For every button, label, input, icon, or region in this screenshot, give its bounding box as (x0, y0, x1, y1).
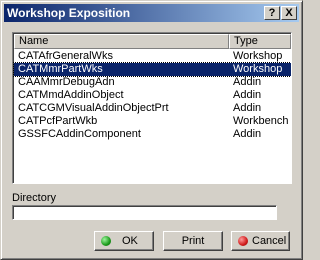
list-item[interactable]: CATAfrGeneralWks Workshop (14, 50, 291, 63)
item-name: CAAMmrDebugAdn (18, 76, 115, 88)
workshop-list[interactable]: Name Type CATAfrGeneralWks Workshop CATM… (12, 32, 292, 184)
list-item[interactable]: CATPcfPartWkb Workbench (14, 115, 291, 128)
ok-button[interactable]: OK (94, 231, 154, 251)
item-name: CATMmdAddinObject (18, 89, 124, 101)
ok-label: OK (122, 235, 138, 247)
window-title: Workshop Exposition (7, 6, 131, 20)
print-button[interactable]: Print (163, 231, 223, 251)
cancel-button[interactable]: Cancel (231, 231, 290, 251)
item-name: GSSFCAddinComponent (18, 128, 141, 140)
help-button[interactable]: ? (264, 6, 280, 20)
column-header-type[interactable]: Type (229, 34, 291, 49)
item-name: CATMmrPartWks (18, 63, 103, 75)
column-header-name[interactable]: Name (14, 34, 229, 49)
cancel-icon (238, 236, 248, 246)
item-type: Workshop (233, 63, 283, 75)
directory-input[interactable] (12, 205, 277, 220)
item-type: Addin (233, 102, 262, 114)
list-item[interactable]: GSSFCAddinComponent Addin (14, 128, 291, 141)
workshop-exposition-dialog: Workshop Exposition ? X Name Type CATAfr… (0, 0, 303, 260)
list-header: Name Type (14, 34, 291, 49)
ok-icon (101, 236, 111, 246)
close-button[interactable]: X (281, 6, 297, 20)
item-type: Workbench (233, 115, 289, 127)
item-name: CATPcfPartWkb (18, 115, 98, 127)
list-item[interactable]: CAAMmrDebugAdn Addin (14, 76, 291, 89)
item-type: Addin (233, 76, 262, 88)
list-item-selected[interactable]: CATMmrPartWks Workshop (13, 62, 291, 77)
item-type: Workshop (233, 50, 283, 62)
directory-label: Directory (12, 192, 57, 204)
item-type: Addin (233, 128, 262, 140)
list-item[interactable]: CATMmdAddinObject Addin (14, 89, 291, 102)
title-bar[interactable]: Workshop Exposition ? X (4, 4, 299, 22)
item-name: CATCGMVisualAddinObjectPrt (18, 102, 169, 114)
list-item[interactable]: CATCGMVisualAddinObjectPrt Addin (14, 102, 291, 115)
cancel-label: Cancel (252, 235, 287, 247)
item-type: Addin (233, 89, 262, 101)
item-name: CATAfrGeneralWks (18, 50, 113, 62)
